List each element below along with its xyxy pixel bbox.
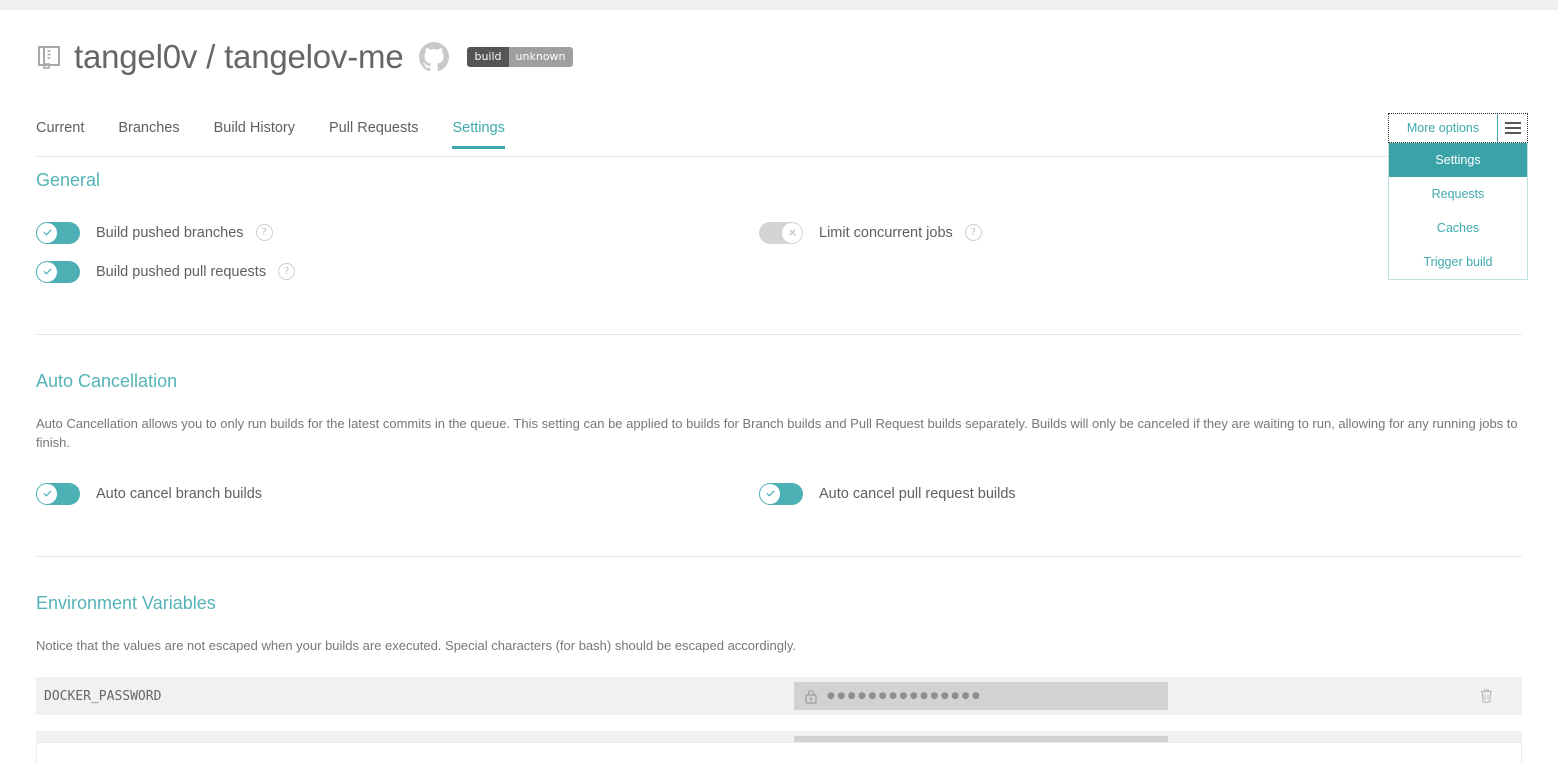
setting-label: Limit concurrent jobs <box>819 224 953 241</box>
check-icon <box>43 268 51 275</box>
tab-pull-requests[interactable]: Pull Requests <box>329 120 418 149</box>
auto-cancellation-section-title: Auto Cancellation <box>36 371 178 391</box>
toggle-build-pushed-branches[interactable] <box>36 221 80 244</box>
setting-build-pushed-branches: Build pushed branches ? <box>36 213 759 252</box>
toggle-knob <box>782 222 802 243</box>
github-mark-icon[interactable] <box>419 42 450 72</box>
repository-book-icon <box>38 46 60 69</box>
environment-variables-section-title: Environment Variables <box>36 593 216 613</box>
auto-cancellation-right-column: Auto cancel pull request builds <box>759 474 1482 513</box>
general-settings-grid: Build pushed branches ? Build pushed pul… <box>36 213 1522 291</box>
travis-settings-page: tangel0v / tangelov-me build unknown Cur… <box>0 0 1558 763</box>
delete-env-var-button[interactable] <box>1479 688 1494 705</box>
check-icon <box>766 490 774 497</box>
page-header: tangel0v / tangelov-me build unknown <box>0 10 1558 78</box>
hamburger-icon[interactable] <box>1497 114 1527 142</box>
tab-current[interactable]: Current <box>36 120 84 149</box>
section-divider-general <box>36 334 1522 335</box>
auto-cancellation-left-column: Auto cancel branch builds <box>36 474 759 513</box>
toggle-knob <box>37 222 57 243</box>
trash-icon <box>1481 689 1492 703</box>
env-var-value-field[interactable]: ●●●●●●●●●●●●●●● <box>794 682 1168 710</box>
build-status-badge: build unknown <box>467 47 573 67</box>
repo-tabs: Current Branches Build History Pull Requ… <box>36 113 505 149</box>
tab-settings[interactable]: Settings <box>452 120 505 149</box>
setting-limit-concurrent-jobs: Limit concurrent jobs ? <box>759 213 1482 252</box>
badge-value: unknown <box>508 47 573 67</box>
close-icon <box>789 229 795 236</box>
toggle-knob <box>37 483 57 504</box>
toggle-limit-concurrent-jobs[interactable] <box>759 221 803 244</box>
setting-label: Build pushed branches <box>96 224 244 241</box>
general-right-column: Limit concurrent jobs ? <box>759 213 1482 291</box>
lock-icon <box>805 689 817 704</box>
check-icon <box>43 490 51 497</box>
setting-label: Build pushed pull requests <box>96 263 267 280</box>
auto-cancellation-grid: Auto cancel branch builds Auto cancel pu… <box>36 474 1522 513</box>
toggle-build-pushed-pull-requests[interactable] <box>36 260 80 283</box>
environment-variables-description: Notice that the values are not escaped w… <box>36 638 796 653</box>
auto-cancellation-description: Auto Cancellation allows you to only run… <box>36 416 1518 450</box>
more-options-label: More options <box>1406 121 1480 135</box>
general-left-column: Build pushed branches ? Build pushed pul… <box>36 213 759 291</box>
table-row: DOCKER_PASSWORD ●●●●●●●●●●●●●●● <box>36 677 1522 715</box>
setting-auto-cancel-pull-request-builds: Auto cancel pull request builds <box>759 474 1482 513</box>
toggle-knob <box>37 261 57 282</box>
env-var-name: DOCKER_PASSWORD <box>44 688 162 704</box>
setting-label: Auto cancel branch builds <box>96 485 263 502</box>
check-icon <box>43 229 51 236</box>
env-var-masked-value: ●●●●●●●●●●●●●●● <box>827 690 983 701</box>
tab-branches[interactable]: Branches <box>118 120 179 149</box>
help-icon[interactable]: ? <box>255 224 273 241</box>
badge-label: build <box>467 47 509 67</box>
toggle-auto-cancel-pull-request-builds[interactable] <box>759 482 803 505</box>
section-divider-auto-cancellation <box>36 556 1522 557</box>
tab-build-history[interactable]: Build History <box>214 120 295 149</box>
setting-build-pushed-pull-requests: Build pushed pull requests ? <box>36 252 759 291</box>
settings-content: General Build pushed branches ? Build pu… <box>0 170 1558 763</box>
repo-title-row: tangel0v / tangelov-me build unknown <box>0 10 1558 78</box>
top-strip <box>0 0 1558 10</box>
page-title: tangel0v / tangelov-me <box>74 38 404 75</box>
toggle-auto-cancel-branch-builds[interactable] <box>36 482 80 505</box>
help-icon[interactable]: ? <box>278 263 296 280</box>
tabs-divider <box>36 156 1522 157</box>
add-env-var-panel <box>36 742 1522 763</box>
setting-auto-cancel-branch-builds: Auto cancel branch builds <box>36 474 759 513</box>
toggle-knob <box>760 483 780 504</box>
setting-label: Auto cancel pull request builds <box>819 485 1016 502</box>
general-section-title: General <box>36 170 101 190</box>
more-options-button[interactable]: More options <box>1388 113 1528 143</box>
help-icon[interactable]: ? <box>964 224 982 241</box>
